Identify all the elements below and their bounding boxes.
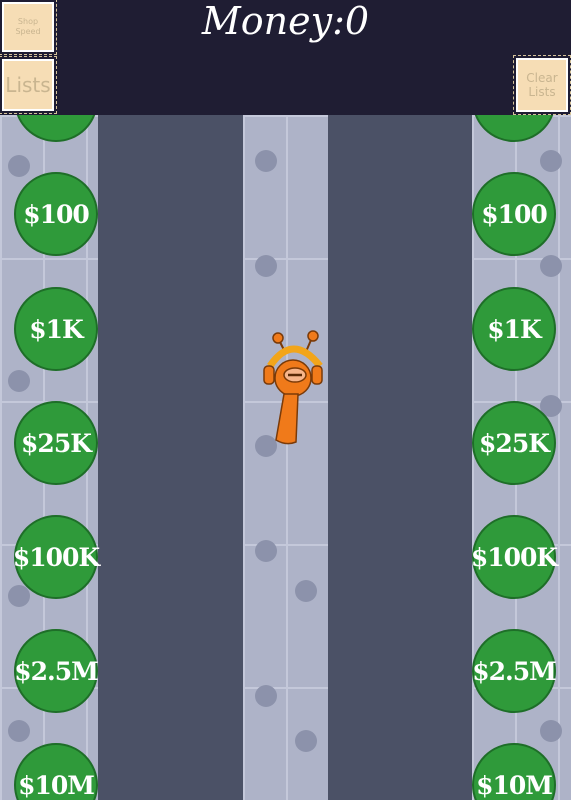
rivet <box>8 370 30 392</box>
rivet <box>255 685 277 707</box>
lists-button[interactable]: Lists <box>0 56 57 114</box>
rivet <box>8 720 30 742</box>
money-button-right-25k[interactable]: $25K <box>472 401 556 485</box>
rivet <box>295 730 317 752</box>
rivet <box>8 155 30 177</box>
rivet <box>540 720 562 742</box>
rivet <box>255 540 277 562</box>
right-dark-lane <box>328 115 472 800</box>
orange-robot-character[interactable] <box>258 328 328 448</box>
money-button-right-1k[interactable]: $1K <box>472 287 556 371</box>
rivet <box>540 255 562 277</box>
rivet <box>255 150 277 172</box>
rivet <box>540 150 562 172</box>
shop-speed-button[interactable]: Shop Speed <box>0 0 57 55</box>
lists-button-label: Lists <box>5 73 51 97</box>
money-button-left-25k[interactable]: $25K <box>14 401 98 485</box>
rivet <box>8 585 30 607</box>
money-button-right-100[interactable]: $100 <box>472 172 556 256</box>
money-button-right-100k[interactable]: $100K <box>471 515 558 599</box>
top-bar: Money:0 Shop Speed Lists Clear Lists <box>0 0 571 115</box>
rivet <box>295 580 317 602</box>
game-stage: $100 $1K $25K $100K $2.5M $10M $100 $1K … <box>0 0 571 800</box>
clear-lists-button-label: Clear Lists <box>526 71 558 99</box>
left-dark-lane <box>98 115 243 800</box>
shop-speed-button-label: Shop Speed <box>15 17 41 36</box>
rivet <box>255 255 277 277</box>
money-button-left-2-5m[interactable]: $2.5M <box>14 629 99 713</box>
middle-metal-column <box>243 115 328 800</box>
money-counter: Money:0 <box>201 0 370 43</box>
clear-lists-button[interactable]: Clear Lists <box>513 55 571 115</box>
money-button-left-100k[interactable]: $100K <box>13 515 100 599</box>
money-button-left-1k[interactable]: $1K <box>14 287 98 371</box>
money-button-left-100[interactable]: $100 <box>14 172 98 256</box>
money-button-right-2-5m[interactable]: $2.5M <box>472 629 557 713</box>
